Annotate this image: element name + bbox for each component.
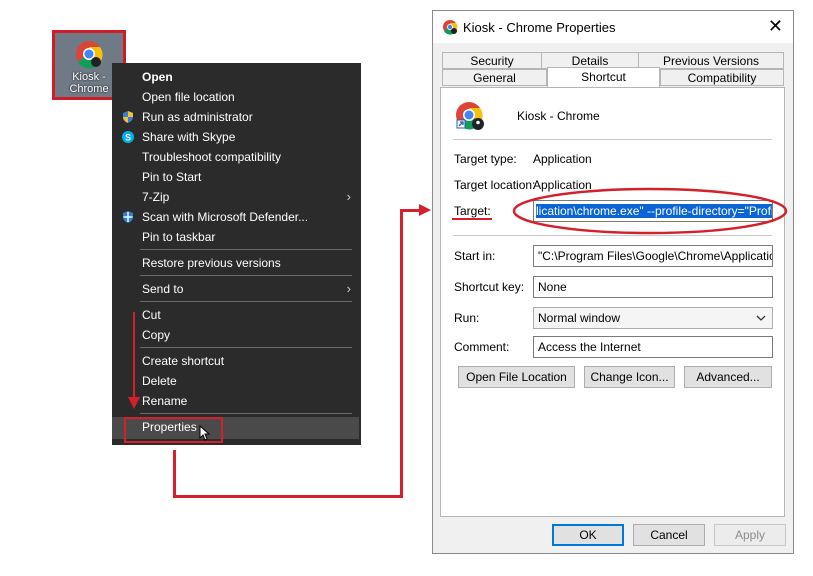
skype-icon: S [122,131,134,143]
target-type-label: Target type: [454,152,517,166]
menu-item-troubleshoot[interactable]: Troubleshoot compatibility [112,147,361,167]
advanced-button[interactable]: Advanced... [684,366,772,388]
menu-separator [140,275,352,276]
run-select[interactable]: Normal window [533,307,773,329]
target-label: Target: [454,204,491,218]
chrome-icon [456,102,484,130]
comment-label: Comment: [454,340,510,354]
open-file-location-button[interactable]: Open File Location [458,366,575,388]
dialog-title: Kiosk - Chrome Properties [463,20,616,35]
menu-item-scan-defender[interactable]: Scan with Microsoft Defender... [112,207,361,227]
target-type-value: Application [533,152,592,166]
start-in-field[interactable]: "C:\Program Files\Google\Chrome\Applicat… [533,245,773,267]
tab-compatibility[interactable]: Compatibility [660,69,784,86]
menu-item-delete[interactable]: Delete [112,371,361,391]
ok-button[interactable]: OK [552,524,624,546]
uac-shield-icon [123,111,133,123]
run-label: Run: [454,311,480,325]
menu-item-copy[interactable]: Copy [112,325,361,345]
apply-button[interactable]: Apply [714,524,786,546]
menu-separator [140,249,352,250]
target-ellipse-annotation [512,187,788,235]
arrow-head-down-icon [128,397,140,409]
context-menu: Open Open file location Run as administr… [112,63,361,445]
menu-item-share-skype[interactable]: S Share with Skype [112,127,361,147]
icon-label-line2: Chrome [69,83,109,95]
menu-item-cut[interactable]: Cut [112,305,361,325]
menu-item-restore-versions[interactable]: Restore previous versions [112,253,361,273]
close-icon[interactable]: ✕ [768,16,783,37]
menu-item-rename[interactable]: Rename [112,391,361,411]
run-select-value: Normal window [538,311,621,325]
icon-label-line1: Kiosk - [72,71,106,83]
shortcut-name: Kiosk - Chrome [517,109,600,123]
menu-separator [140,301,352,302]
menu-item-run-as-admin[interactable]: Run as administrator [112,107,361,127]
menu-item-open[interactable]: Open [112,67,361,87]
tab-security[interactable]: Security [442,52,542,69]
chrome-icon [76,41,103,69]
target-underline-annotation [452,218,492,220]
cancel-button[interactable]: Cancel [633,524,705,546]
menu-item-7zip[interactable]: 7-Zip › [112,187,361,207]
menu-separator [140,413,352,414]
shortcut-key-field[interactable]: None [533,276,773,298]
menu-separator [140,347,352,348]
defender-shield-icon [123,211,133,223]
menu-item-pin-taskbar[interactable]: Pin to taskbar [112,227,361,247]
divider [453,235,772,236]
divider [453,139,772,140]
profile-badge-icon [91,57,101,67]
annotation-arrow-down [133,312,135,402]
mouse-cursor-icon [199,425,211,441]
tab-shortcut[interactable]: Shortcut [547,67,660,87]
connector-line-vertical [400,210,403,498]
menu-item-send-to[interactable]: Send to › [112,279,361,299]
menu-item-create-shortcut[interactable]: Create shortcut [112,351,361,371]
start-in-label: Start in: [454,249,496,263]
tab-general[interactable]: General [442,69,547,86]
shortcut-key-label: Shortcut key: [454,280,525,294]
dialog-titlebar: Kiosk - Chrome Properties ✕ [433,11,793,43]
menu-item-pin-to-start[interactable]: Pin to Start [112,167,361,187]
connector-line-horizontal [173,495,403,498]
chevron-right-icon: › [346,189,351,204]
menu-item-open-file-location[interactable]: Open file location [112,87,361,107]
change-icon-button[interactable]: Change Icon... [584,366,675,388]
arrow-head-right-icon [419,204,431,216]
chevron-down-icon [756,315,766,321]
chrome-icon [443,20,458,35]
connector-line-vertical [173,450,176,498]
comment-field[interactable]: Access the Internet [533,336,773,358]
chevron-right-icon: › [346,281,351,296]
svg-text:S: S [125,133,131,143]
